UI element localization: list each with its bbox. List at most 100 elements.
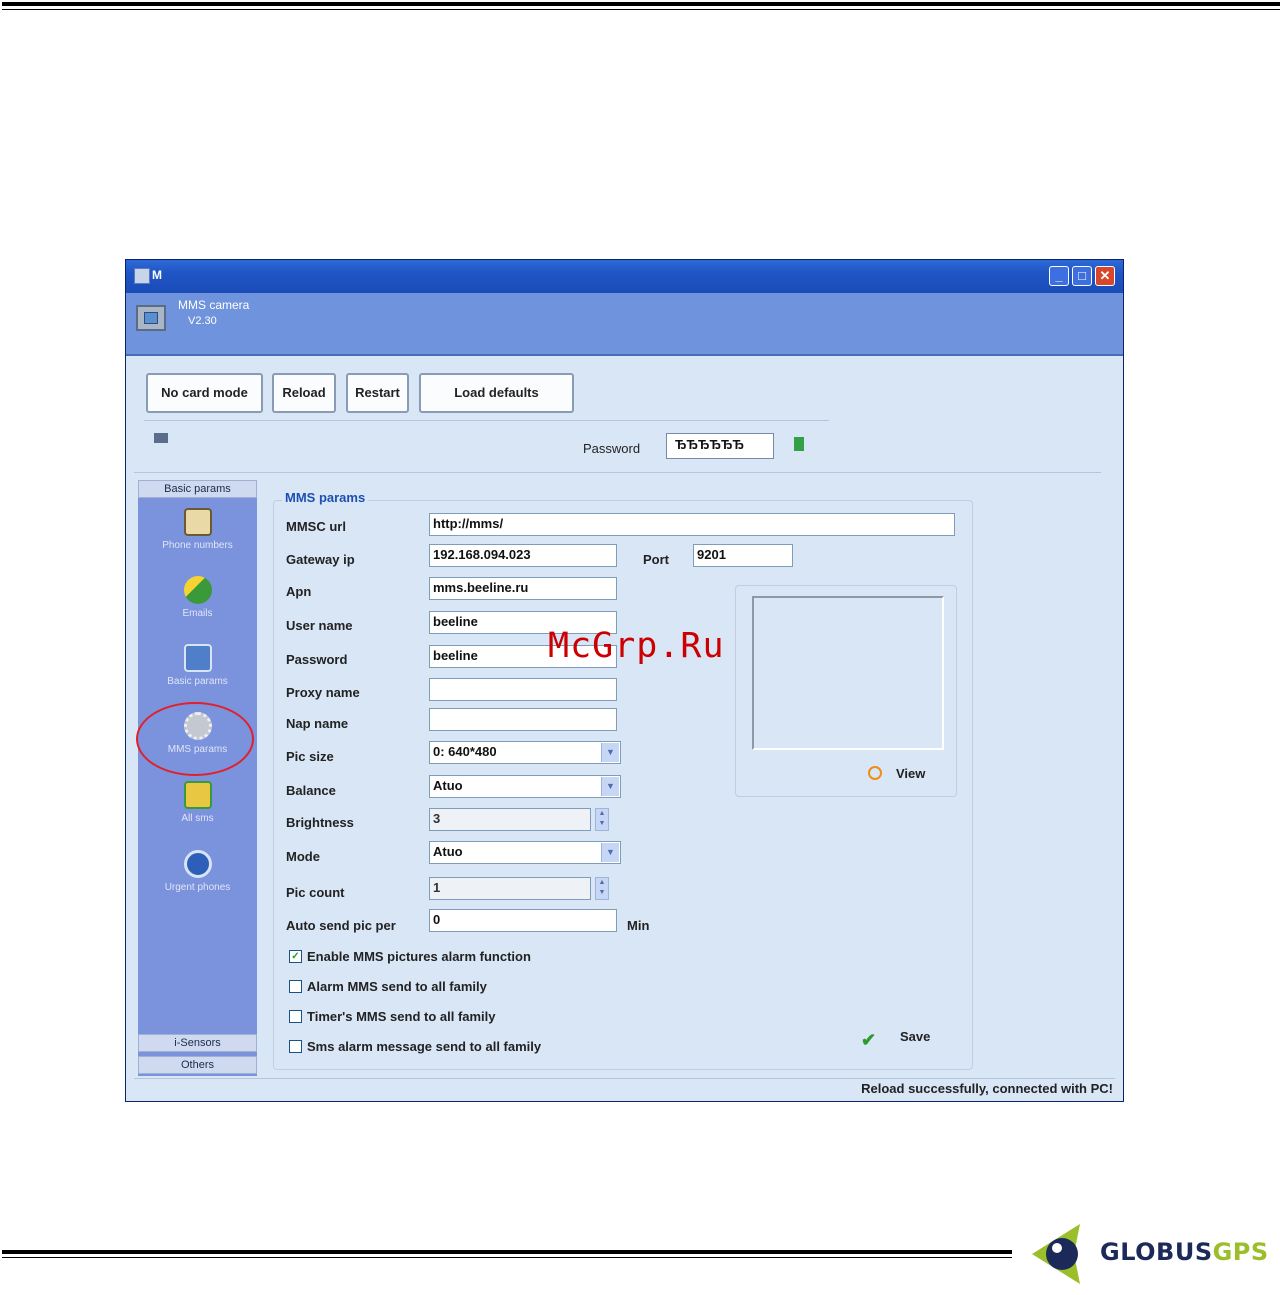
port-label: Port [643,552,669,567]
window-title: M [152,268,162,282]
status-bar-text: Reload successfully, connected with PC! [861,1081,1113,1096]
urgent-phone-icon [183,850,212,878]
sms-alarm-family-label: Sms alarm message send to all family [307,1039,542,1054]
status-divider [134,1078,1115,1079]
sidebar-item-label: Phone numbers [162,540,233,551]
pic-size-label: Pic size [286,749,334,764]
port-input[interactable]: 9201 [693,544,793,567]
sidebar-item-urgent-phones[interactable]: Urgent phones [138,846,257,912]
globusgps-logo: GLOBUSGPS [1022,1218,1280,1290]
gateway-ip-input[interactable]: 192.168.094.023 [429,544,617,567]
mmsc-url-label: MMSC url [286,519,346,534]
sidebar-item-label: Urgent phones [164,882,231,893]
sidebar-item-basic-params[interactable]: Basic params [138,640,257,706]
sidebar-header-i-sensors[interactable]: i-Sensors [138,1034,257,1052]
alarm-mms-family-checkbox[interactable] [289,980,302,993]
nap-name-label: Nap name [286,716,349,731]
globe-logo-icon [1032,1224,1080,1284]
pic-size-value: 0: 640*480 [433,744,497,759]
sms-alarm-family-checkbox[interactable] [289,1040,302,1053]
proxy-name-label: Proxy name [286,685,360,700]
logo-wordmark: GLOBUSGPS [1100,1238,1269,1266]
auto-send-label: Auto send pic per [286,918,396,933]
chevron-down-icon[interactable]: ▼ [601,843,619,862]
auto-send-input[interactable]: 0 [429,909,617,932]
app-header: MMS camera V2.30 [126,293,1123,356]
save-button[interactable]: Save [900,1029,930,1044]
enable-mms-alarm-label: Enable MMS pictures alarm function [307,949,531,964]
brightness-spin-buttons[interactable]: ▲ ▼ [595,808,609,831]
app-window: M _ □ ✕ MMS camera V2.30 No card mode Re… [125,259,1124,1102]
enable-mms-alarm-checkbox[interactable]: ✓ [289,950,302,963]
bottom-rule-thin [2,1257,1012,1258]
chevron-down-icon[interactable]: ▼ [601,743,619,762]
apn-input[interactable]: mms.beeline.ru [429,577,617,600]
sidebar-header-basic-params[interactable]: Basic params [138,480,257,498]
pic-count-label: Pic count [286,885,345,900]
balance-select[interactable]: Atuo ▼ [429,775,621,798]
bottom-rule [2,1250,1012,1254]
sidebar-item-all-sms[interactable]: All sms [138,777,257,843]
nap-name-input[interactable] [429,708,617,731]
pic-count-stepper[interactable]: 1 [429,877,591,900]
mode-label: Mode [286,849,320,864]
password-confirm-icon[interactable] [794,437,804,451]
checkmark-icon[interactable]: ✔ [861,1030,876,1051]
timer-mms-family-label: Timer's MMS send to all family [307,1009,496,1024]
balance-value: Atuo [433,778,463,793]
mode-select[interactable]: Atuo ▼ [429,841,621,864]
brightness-stepper[interactable]: 3 [429,808,591,831]
connection-icon [154,433,168,443]
timer-mms-family-checkbox[interactable] [289,1010,302,1023]
highlight-annotation [136,702,254,776]
password-input[interactable]: ЂЂЂЂЂЂ [666,433,774,459]
reload-button[interactable]: Reload [272,373,336,413]
auto-send-unit: Min [627,918,650,933]
restart-button[interactable]: Restart [346,373,409,413]
maximize-button[interactable]: □ [1072,266,1092,286]
email-icon [183,576,212,604]
user-name-label: User name [286,618,353,633]
top-rule-thin [2,9,1280,10]
apn-label: Apn [286,584,312,599]
sidebar-item-label: Emails [182,608,213,619]
alarm-mms-family-label: Alarm MMS send to all family [307,979,487,994]
app-version: V2.30 [188,315,217,327]
basic-params-icon [183,644,212,672]
sidebar-header-others[interactable]: Others [138,1056,257,1074]
header-divider [134,472,1101,473]
phone-book-icon [183,508,212,536]
balance-label: Balance [286,783,336,798]
sidebar-item-label: All sms [181,813,214,824]
pic-count-spin-buttons[interactable]: ▲ ▼ [595,877,609,900]
sidebar: Basic params Phone numbers Emails Basic … [138,480,257,1076]
watermark: McGrp.Ru [548,626,725,666]
view-button[interactable]: View [896,766,925,781]
window-icon [134,268,150,284]
sidebar-item-label: Basic params [167,676,228,687]
group-title: MMS params [282,490,369,505]
minimize-button[interactable]: _ [1049,266,1069,286]
chevron-down-icon[interactable]: ▼ [601,777,619,796]
camera-app-icon [136,305,166,331]
proxy-name-input[interactable] [429,678,617,701]
title-bar[interactable]: M _ □ ✕ [126,260,1123,293]
view-icon[interactable] [868,766,882,780]
mode-value: Atuo [433,844,463,859]
sidebar-item-emails[interactable]: Emails [138,572,257,638]
mmsc-url-input[interactable]: http://mms/ [429,513,955,536]
top-rule [2,2,1280,6]
close-button[interactable]: ✕ [1095,266,1115,286]
pic-size-select[interactable]: 0: 640*480 ▼ [429,741,621,764]
sms-icon [183,781,212,809]
sidebar-item-phone-numbers[interactable]: Phone numbers [138,504,257,570]
picture-preview [752,596,944,750]
password-label: Password [583,441,641,456]
no-card-mode-button[interactable]: No card mode [146,373,263,413]
app-name: MMS camera [178,298,250,312]
toolbar-divider [144,420,829,421]
brightness-label: Brightness [286,815,354,830]
load-defaults-button[interactable]: Load defaults [419,373,574,413]
mms-password-label: Password [286,652,348,667]
gateway-ip-label: Gateway ip [286,552,355,567]
